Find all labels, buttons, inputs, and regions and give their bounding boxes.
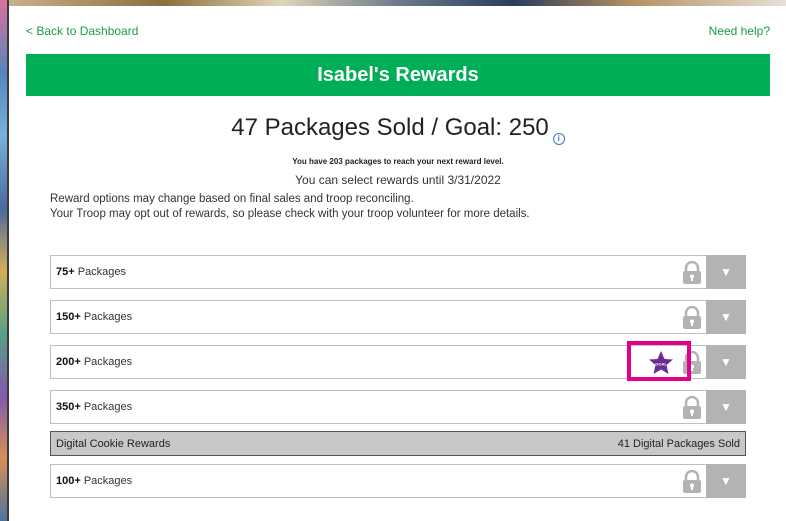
- lock-icon: [683, 261, 701, 284]
- expand-caret-button[interactable]: ▼: [706, 255, 746, 289]
- reward-notes: Reward options may change based on final…: [50, 192, 530, 222]
- reward-level-row[interactable]: 150+ Packages ▼: [50, 300, 746, 334]
- expand-caret-button[interactable]: ▼: [706, 300, 746, 334]
- select-until-text: You can select rewards until 3/31/2022: [295, 173, 501, 187]
- digital-reward-level-row[interactable]: 100+ Packages ▼: [50, 464, 746, 498]
- packages-summary: 47 Packages Sold / Goal: 250 i: [26, 114, 770, 145]
- reward-level-label: 150+ Packages: [56, 311, 133, 323]
- reward-level-row[interactable]: 75+ Packages ▼: [50, 255, 746, 289]
- window-edge-top: [9, 0, 786, 6]
- lock-icon: [683, 396, 701, 419]
- digital-rewards-label: Digital Cookie Rewards: [56, 437, 171, 450]
- expand-caret-button[interactable]: ▼: [706, 464, 746, 498]
- note-line-2: Your Troop may opt out of rewards, so pl…: [50, 208, 530, 220]
- back-to-dashboard-link[interactable]: < Back to Dashboard: [26, 24, 138, 38]
- reward-level-label: 100+ Packages: [56, 475, 133, 487]
- expand-caret-button[interactable]: ▼: [706, 390, 746, 424]
- packages-sold-headline: 47 Packages Sold / Goal: 250: [231, 114, 549, 141]
- digital-cookie-rewards-header: Digital Cookie Rewards 41 Digital Packag…: [50, 431, 746, 456]
- reward-level-row[interactable]: 350+ Packages ▼: [50, 390, 746, 424]
- need-help-link[interactable]: Need help?: [709, 24, 770, 38]
- goal-highlight-box: [627, 341, 691, 381]
- reward-level-label: 200+ Packages: [56, 356, 133, 368]
- note-line-1: Reward options may change based on final…: [50, 193, 414, 205]
- expand-caret-button[interactable]: ▼: [706, 345, 746, 379]
- info-icon[interactable]: i: [552, 133, 565, 145]
- page-title: Isabel's Rewards: [317, 63, 479, 86]
- rewards-banner: Isabel's Rewards: [26, 54, 770, 96]
- reward-level-label: 75+ Packages: [56, 266, 127, 278]
- top-links: < Back to Dashboard Need help?: [26, 24, 770, 38]
- window-edge-left: [0, 0, 9, 521]
- next-level-text: You have 203 packages to reach your next…: [292, 157, 504, 166]
- digital-packages-count: 41 Digital Packages Sold: [617, 437, 740, 450]
- reward-level-label: 350+ Packages: [56, 401, 133, 413]
- lock-icon: [683, 306, 701, 329]
- lock-icon: [683, 470, 701, 493]
